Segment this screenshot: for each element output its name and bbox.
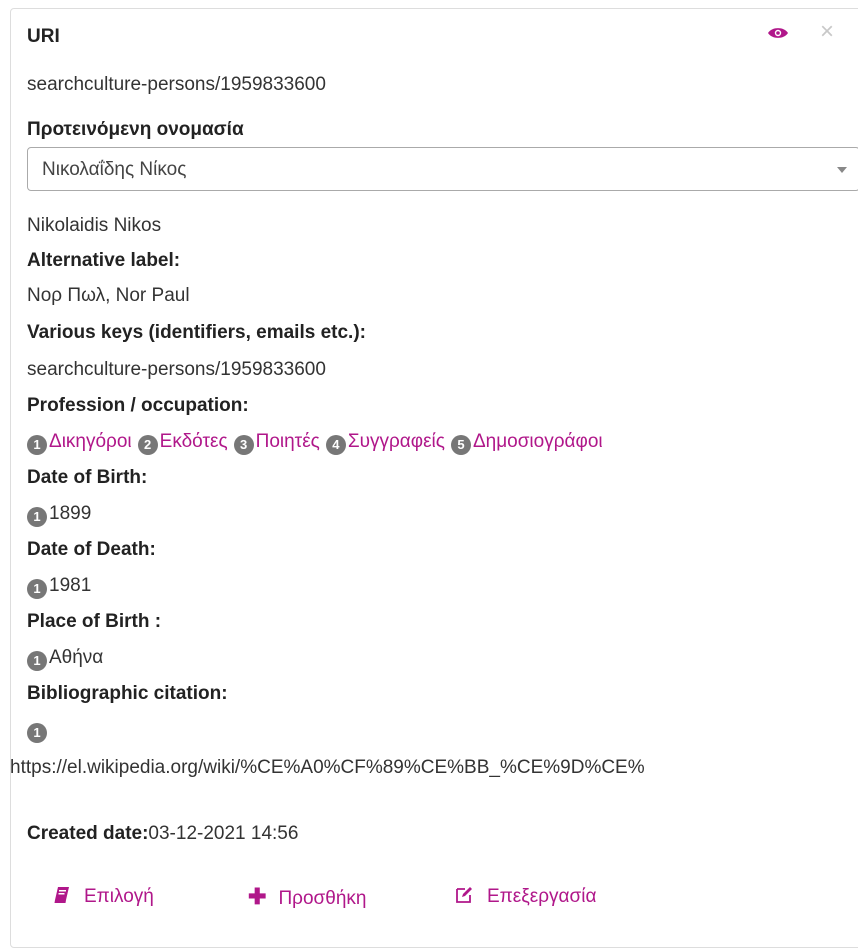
created-row: Created date:03-12-2021 14:56 xyxy=(27,822,298,846)
eye-icon[interactable] xyxy=(767,26,789,40)
edit-button-label: Επεξεργασία xyxy=(487,886,597,907)
uri-value: searchculture-persons/1959833600 xyxy=(27,74,326,95)
place-heading: Place of Birth : xyxy=(27,611,162,632)
edit-icon xyxy=(455,885,473,909)
profession-link[interactable]: Δημοσιογράφοι xyxy=(473,431,603,452)
count-badge: 3 xyxy=(233,435,254,455)
profession-link[interactable]: Δικηγόροι xyxy=(49,431,132,452)
created-label: Created date: xyxy=(27,823,149,844)
profession-list: 1 Δικηγόροι 2 Εκδότες 3 Ποιητές 4 Συγγραφείς 5 Δη… xyxy=(27,430,609,455)
alt-label-value: Νορ Πωλ, Nor Paul xyxy=(27,285,190,306)
death-heading: Date of Death: xyxy=(27,539,156,560)
death-value: 1981 xyxy=(49,575,92,596)
birth-row: 1 1899 xyxy=(27,502,91,527)
birth-heading: Date of Birth: xyxy=(27,467,148,488)
panel-title: URI xyxy=(27,26,60,47)
chevron-down-icon xyxy=(837,167,847,173)
keys-heading: Various keys (identifiers, emails etc.): xyxy=(27,322,366,343)
count-badge: 5 xyxy=(450,435,471,455)
place-value: Αθήνα xyxy=(49,647,104,668)
death-row: 1 1981 xyxy=(27,574,91,599)
profession-link[interactable]: Συγγραφείς xyxy=(348,431,445,452)
profession-heading: Profession / occupation: xyxy=(27,395,249,416)
select-button-label: Επιλογή xyxy=(84,886,154,907)
preferred-name-select[interactable]: Νικολαΐδης Νίκος xyxy=(27,147,858,191)
alt-label-heading: Alternative label: xyxy=(27,250,181,271)
add-button[interactable]: ✚ Προσθήκη xyxy=(248,885,366,911)
close-icon[interactable]: × xyxy=(820,20,834,44)
preferred-label: Προτεινόμενη ονομασία xyxy=(27,119,244,140)
profession-link[interactable]: Εκδότες xyxy=(160,431,228,452)
count-badge: 1 xyxy=(27,507,47,527)
add-button-label: Προσθήκη xyxy=(278,888,367,909)
birth-value: 1899 xyxy=(49,503,92,524)
book-icon xyxy=(54,885,70,909)
count-badge: 4 xyxy=(325,435,346,455)
place-row: 1 Αθήνα xyxy=(27,646,103,671)
count-badge: 1 xyxy=(27,723,47,743)
count-badge: 1 xyxy=(27,651,47,671)
keys-value: searchculture-persons/1959833600 xyxy=(27,359,326,380)
created-value: 03-12-2021 14:56 xyxy=(148,823,299,844)
profession-link[interactable]: Ποιητές xyxy=(256,431,320,452)
edit-button[interactable]: Επεξεργασία xyxy=(455,885,596,909)
preferred-name-value: Νικολαΐδης Νίκος xyxy=(42,159,187,180)
count-badge: 1 xyxy=(27,579,47,599)
biblio-heading: Bibliographic citation: xyxy=(27,683,228,704)
biblio-badge-row: 1 xyxy=(27,718,49,743)
count-badge: 1 xyxy=(27,435,47,455)
biblio-value: https://el.wikipedia.org/wiki/%CE%A0%CF%… xyxy=(10,757,645,778)
transliterated-name: Nikolaidis Nikos xyxy=(27,215,162,236)
plus-icon: ✚ xyxy=(248,884,267,909)
count-badge: 2 xyxy=(137,435,158,455)
select-button[interactable]: Επιλογή xyxy=(54,885,154,909)
